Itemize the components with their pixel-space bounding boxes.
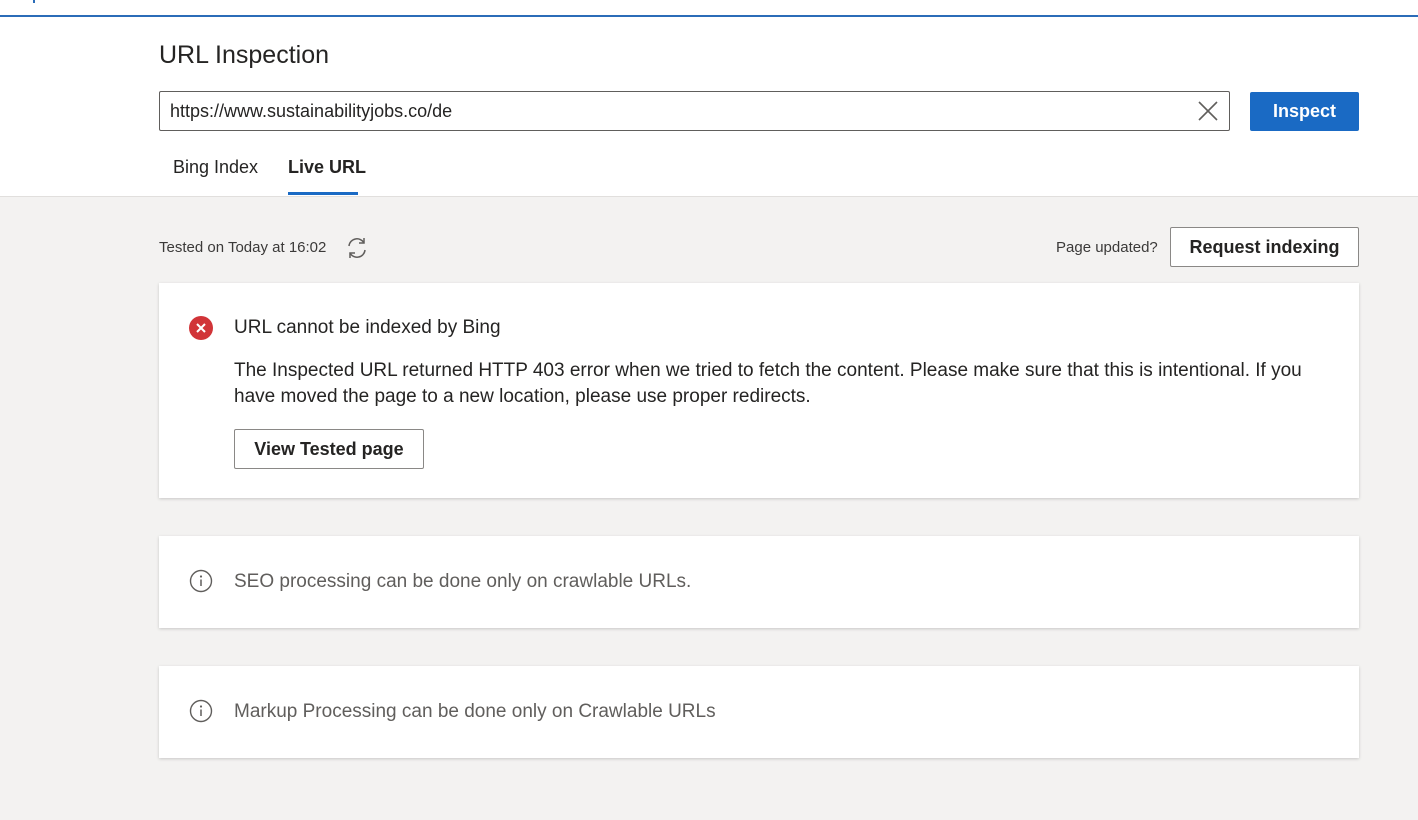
active-tab-indicator xyxy=(288,192,358,195)
clear-icon[interactable] xyxy=(1197,100,1219,122)
error-title: URL cannot be indexed by Bing xyxy=(234,317,501,338)
tested-timestamp: Tested on Today at 16:02 xyxy=(159,239,327,256)
request-indexing-button[interactable]: Request indexing xyxy=(1170,227,1359,267)
markup-info-card: Markup Processing can be done only on Cr… xyxy=(159,666,1359,758)
info-icon xyxy=(189,569,213,593)
refresh-icon[interactable] xyxy=(345,236,369,260)
tab-bing-index[interactable]: Bing Index xyxy=(173,157,258,197)
tab-live-url[interactable]: Live URL xyxy=(288,157,366,197)
error-description: The Inspected URL returned HTTP 403 erro… xyxy=(234,360,1302,407)
error-card: URL cannot be indexed by Bing The Inspec… xyxy=(159,283,1359,498)
seo-info-text: SEO processing can be done only on crawl… xyxy=(234,571,692,592)
seo-info-card: SEO processing can be done only on crawl… xyxy=(159,536,1359,628)
page-updated-text: Page updated? xyxy=(1056,239,1158,256)
header: URL Inspection Inspect Bing Index Live U… xyxy=(0,17,1418,197)
top-dot xyxy=(33,0,35,3)
page-title: URL Inspection xyxy=(159,41,329,69)
url-input-box[interactable] xyxy=(159,91,1230,131)
info-icon xyxy=(189,699,213,723)
inspect-button[interactable]: Inspect xyxy=(1250,92,1359,131)
top-strip xyxy=(0,0,1418,17)
error-circle-icon xyxy=(189,316,213,340)
view-tested-page-button[interactable]: View Tested page xyxy=(234,429,424,469)
markup-info-text: Markup Processing can be done only on Cr… xyxy=(234,701,716,722)
url-input[interactable] xyxy=(170,92,1180,130)
